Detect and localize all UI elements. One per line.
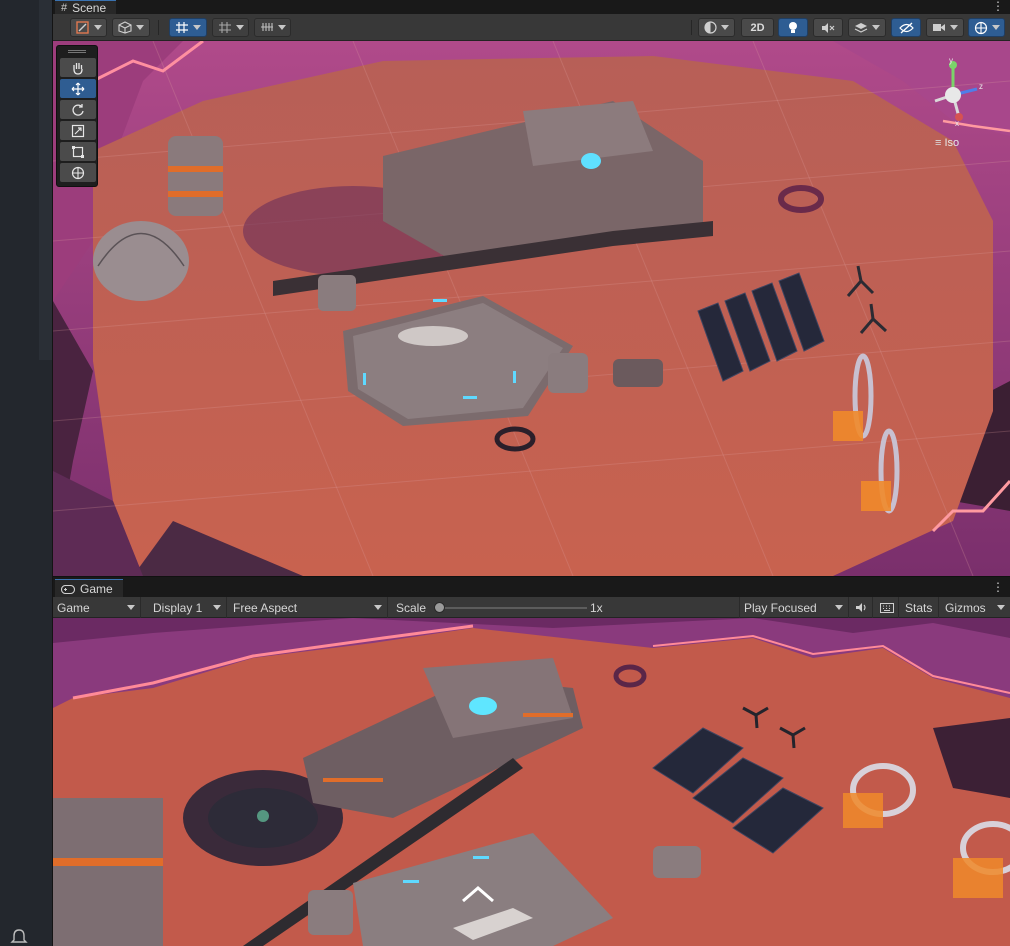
scale-label: Scale [396,600,427,615]
game-render [53,618,1010,946]
scale-slider-track[interactable] [439,607,587,609]
move-tool-button[interactable] [60,79,96,98]
scale-slider-thumb[interactable] [434,602,445,613]
grid-snapping-button[interactable] [169,18,207,37]
keyboard-icon [880,602,894,613]
camera-view-label[interactable]: ≡ Iso [935,137,959,149]
gizmo-axis-z-label: z [979,82,983,91]
gizmos-toggle-button[interactable] [968,18,1005,37]
snap-increment-icon [218,22,231,33]
scale-icon [71,124,85,137]
gizmo-axis-x-label: x [955,119,959,127]
scene-tools-overlay [56,45,98,187]
scene-more-options-icon[interactable]: ⋮ [992,0,1004,12]
toggle-2d-button[interactable]: 2D [741,18,774,37]
overlay-grip-handle[interactable] [68,50,86,53]
menu-lines-icon: ≡ [935,137,942,149]
draw-mode-button[interactable] [698,18,735,37]
move-arrows-icon [71,82,85,95]
scene-render [53,41,1010,576]
camera-view-text: Iso [944,137,960,149]
display-label: Display 1 [153,600,203,615]
gizmo-sphere-icon [974,21,987,34]
tab-scene[interactable]: # Scene [55,0,117,15]
rotate-icon [72,103,84,116]
shading-mode-button[interactable] [112,18,150,37]
scene-audio-button[interactable] [813,18,843,37]
scene-toolbar: 2D [53,14,1010,41]
tool-handle-position-button[interactable] [70,18,107,37]
grid-snap-icon [176,22,188,33]
audio-mute-icon [822,22,835,33]
notification-bell-icon[interactable] [8,928,30,946]
eye-hidden-icon [898,22,914,33]
scene-lighting-button[interactable] [778,18,808,37]
aspect-label: Free Aspect [233,600,298,615]
scene-viewport[interactable]: y z x ≡ Iso [53,41,1010,576]
transform-tool-button[interactable] [60,163,96,182]
view-tool-button[interactable] [60,58,96,77]
lightbulb-icon [789,21,797,33]
left-panel-strip [0,0,53,946]
speaker-icon [856,603,866,612]
scale-tool-button[interactable] [60,121,96,140]
tab-game[interactable]: Game [55,579,123,598]
game-keyboard-button[interactable] [875,597,899,618]
rect-transform-icon [72,145,84,158]
cube-icon [118,21,132,34]
orientation-gizmo[interactable]: y z x [925,57,985,127]
game-view-mode-dropdown[interactable]: Game [53,597,141,618]
play-mode-dropdown[interactable]: Play Focused [739,597,849,618]
scene-tab-bar: # Scene ⋮ [53,0,1010,15]
game-more-options-icon[interactable]: ⋮ [992,581,1004,593]
layers-effects-icon [854,22,868,33]
rect-tool-button[interactable] [60,142,96,161]
hand-icon [73,62,83,75]
gizmo-axis-y-label: y [949,57,953,65]
tab-game-label: Game [80,582,113,596]
display-dropdown[interactable]: Display 1 [149,597,227,618]
transform-all-icon [71,166,85,179]
pivot-icon [75,21,89,34]
gamepad-icon [61,584,75,594]
game-toolbar: Game Display 1 Free Aspect Scale 1x Play… [53,597,1010,618]
stats-button[interactable]: Stats [901,597,939,618]
increment-snap-button[interactable] [212,18,249,37]
align-button[interactable] [254,18,291,37]
play-mode-label: Play Focused [744,600,817,615]
scale-value: 1x [590,600,603,615]
align-icon [260,23,273,31]
gizmos-label: Gizmos [945,600,986,615]
rotate-tool-button[interactable] [60,100,96,119]
game-view-mode-label: Game [57,600,90,615]
shaded-sphere-icon [704,21,717,34]
game-viewport[interactable] [53,618,1010,946]
scene-camera-button[interactable] [926,18,964,37]
scene-grid-icon: # [61,1,68,14]
effects-button[interactable] [848,18,886,37]
left-panel-scrollbar[interactable] [39,0,52,360]
aspect-dropdown[interactable]: Free Aspect [229,597,388,618]
scene-visibility-button[interactable] [891,18,921,37]
gizmos-dropdown[interactable]: Gizmos [941,597,1010,618]
tab-scene-label: Scene [72,0,107,15]
game-mute-audio-button[interactable] [851,597,873,618]
game-tab-bar: Game ⋮ [53,576,1010,598]
camera-icon [933,24,945,31]
